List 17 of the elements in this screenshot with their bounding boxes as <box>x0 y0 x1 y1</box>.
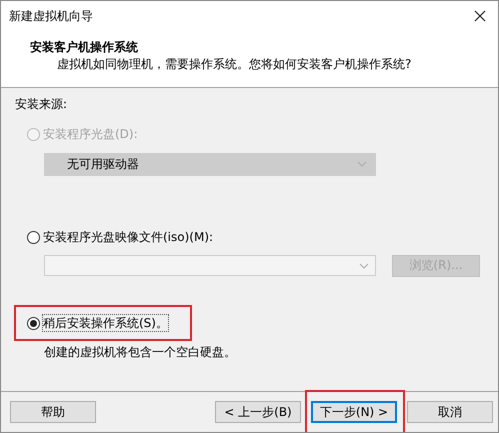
option-note: 创建的虚拟机将包含一个空白硬盘。 <box>44 344 237 360</box>
chevron-icon <box>357 161 367 167</box>
page-heading: 安装客户机操作系统 <box>30 39 139 55</box>
wizard-button[interactable]: 帮助 <box>10 401 96 423</box>
radio-option[interactable]: 安装程序光盘映像文件(iso)(M): <box>27 229 214 245</box>
chevron-icon <box>359 262 369 268</box>
page-description: 虚拟机如同物理机，需要操作系统。您将如何安装客户机操作系统? <box>56 56 412 73</box>
window-title: 新建虚拟机向导 <box>9 8 93 24</box>
drive-dropdown: 无可用驱动器 <box>44 152 376 176</box>
section-label: 安装来源: <box>15 96 68 112</box>
iso-path-field[interactable] <box>44 255 376 276</box>
radio-option: 安装程序光盘(D): <box>27 126 138 142</box>
wizard-button[interactable]: < 上一步(B) <box>215 401 301 423</box>
wizard-button[interactable]: 下一步(N) > <box>311 401 397 423</box>
radio-option[interactable]: 稍后安装操作系统(S)。 <box>27 315 168 331</box>
wizard-button[interactable]: 取消 <box>407 401 493 423</box>
close-icon[interactable] <box>474 10 486 22</box>
